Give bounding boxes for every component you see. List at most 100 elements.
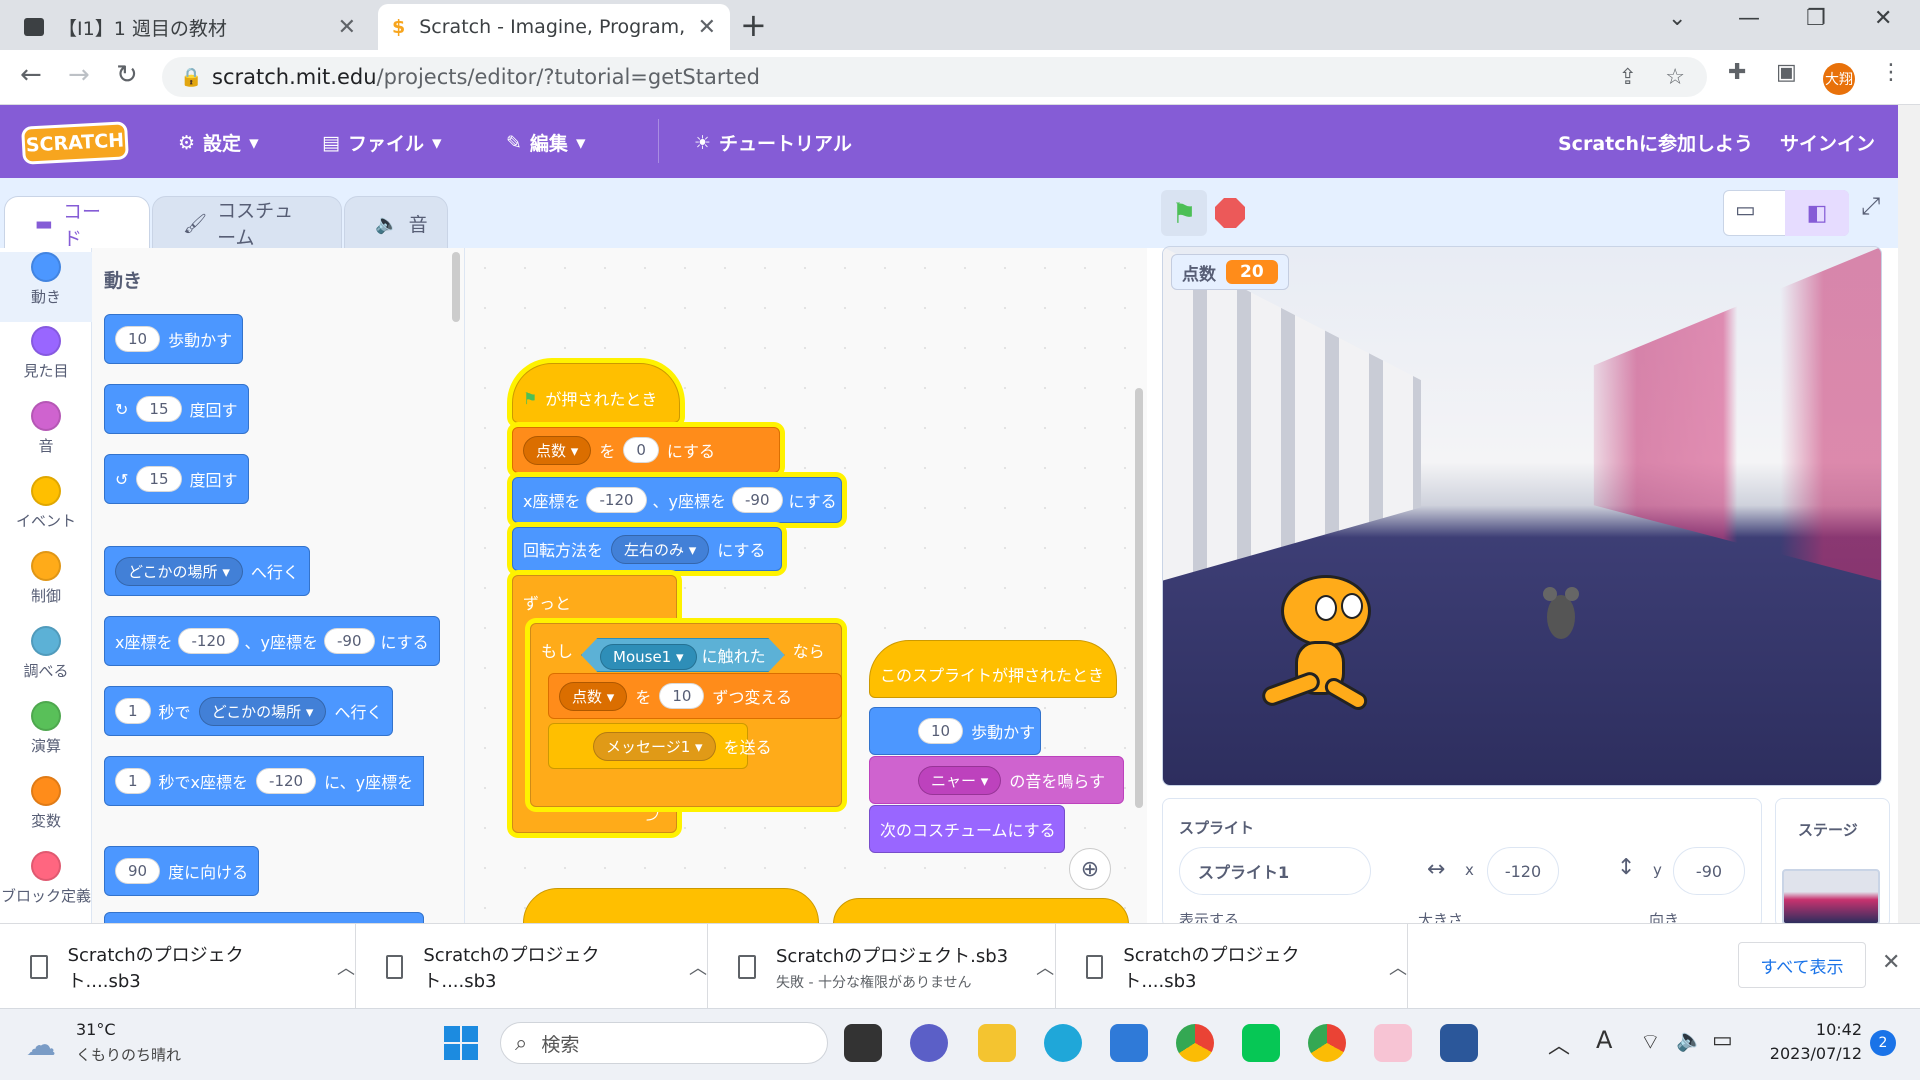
extensions-icon[interactable]: ✚ [1728, 60, 1746, 85]
when-sprite-clicked-block[interactable]: このスプライトが押されたとき [869, 640, 1117, 698]
settings-menu[interactable]: ⚙ 設定 ▾ [178, 129, 259, 156]
palette-scrollbar[interactable] [452, 252, 460, 322]
notification-badge[interactable]: 2 [1870, 1030, 1896, 1056]
edit-menu[interactable]: ✎ 編集 ▾ [506, 129, 585, 156]
seconds-input[interactable]: 1 [115, 768, 151, 794]
page-scrollbar[interactable] [1898, 105, 1920, 923]
large-stage-icon[interactable]: ◧ [1785, 190, 1849, 236]
minimize-icon[interactable]: — [1738, 6, 1760, 31]
join-scratch-link[interactable]: Scratchに参加しよう [1558, 129, 1753, 156]
mouse-sprite[interactable] [1541, 587, 1579, 647]
word-icon[interactable] [1440, 1024, 1478, 1062]
broadcast-block[interactable]: メッセージ1 ▾ を送る [548, 723, 772, 769]
line-icon[interactable] [1242, 1024, 1280, 1062]
share-icon[interactable]: ⇪ [1619, 65, 1637, 90]
stop-icon[interactable] [1215, 198, 1245, 228]
steps-input[interactable]: 10 [918, 718, 964, 744]
file-explorer-icon[interactable] [978, 1024, 1016, 1062]
goto-block[interactable]: どこかの場所 ▾ へ行く [104, 546, 310, 596]
play-sound-block[interactable]: ニャー ▾ の音を鳴らす [869, 756, 1124, 804]
show-all-downloads-button[interactable]: すべて表示 [1738, 942, 1866, 988]
move-steps-block[interactable]: 10 歩動かす [869, 707, 1041, 755]
chevron-up-icon[interactable]: ︿ [1036, 954, 1054, 980]
category-events[interactable]: イベント [0, 476, 92, 531]
chat-icon[interactable] [910, 1024, 948, 1062]
turn-right-block[interactable]: ↻ 15 度回す [104, 384, 249, 434]
sprite-y-input[interactable]: -90 [1673, 847, 1745, 895]
set-rotation-style-block[interactable]: 回転方法を 左右のみ ▾ にする [512, 527, 782, 571]
rotation-dropdown[interactable]: 左右のみ ▾ [611, 534, 710, 564]
chrome-profile-icon[interactable] [1308, 1024, 1346, 1062]
edge-icon[interactable] [1044, 1024, 1082, 1062]
small-stage-icon[interactable]: ▭ [1735, 198, 1756, 223]
bookmark-star-icon[interactable]: ☆ [1665, 65, 1685, 90]
y-input[interactable]: -90 [732, 487, 783, 513]
browser-tab-2[interactable]: $ Scratch - Imagine, Program, Shar ✕ [378, 4, 730, 50]
address-bar[interactable]: 🔒 scratch.mit.edu/projects/editor/?tutor… [162, 57, 1707, 97]
tab-search-icon[interactable]: ⌄ [1668, 6, 1686, 31]
close-downloads-icon[interactable]: ✕ [1882, 950, 1900, 975]
browser-tab-1[interactable]: 【I1】1 週目の教材 ✕ [10, 4, 370, 50]
clock-time[interactable]: 10:42 [1762, 1020, 1862, 1039]
steps-input[interactable]: 10 [115, 326, 161, 352]
download-item[interactable]: Scratchのプロジェクト....sb3 ︿ [1056, 924, 1408, 1009]
sprite-x-input[interactable]: -120 [1487, 847, 1559, 895]
value-input[interactable]: 0 [623, 437, 659, 463]
chevron-up-icon[interactable]: ︿ [337, 954, 355, 980]
partial-block[interactable] [104, 912, 424, 923]
change-variable-block[interactable]: 点数 ▾ を 10 ずつ変える [548, 673, 842, 719]
side-panel-icon[interactable]: ▣ [1776, 60, 1797, 85]
score-monitor[interactable]: 点数 20 [1171, 254, 1289, 290]
glide-xy-block[interactable]: 1 秒でx座標を -120 に、y座標を [104, 756, 425, 806]
category-looks[interactable]: 見た目 [0, 326, 92, 381]
category-control[interactable]: 制御 [0, 551, 92, 606]
fullscreen-icon[interactable]: ⤢ [1861, 192, 1880, 220]
close-window-icon[interactable]: ✕ [1874, 6, 1892, 31]
y-input[interactable]: -90 [324, 628, 375, 654]
workspace-scrollbar[interactable] [1135, 388, 1143, 808]
point-direction-block[interactable]: 90 度に向ける [104, 846, 260, 896]
turn-left-block[interactable]: ↺ 15 度回す [104, 454, 249, 504]
file-menu[interactable]: ▤ ファイル ▾ [322, 129, 442, 156]
partial-hat-block[interactable] [833, 898, 1129, 923]
category-sensing[interactable]: 調べる [0, 626, 92, 681]
glide-to-block[interactable]: 1 秒で どこかの場所 ▾ へ行く [104, 686, 394, 736]
message-dropdown[interactable]: メッセージ1 ▾ [593, 731, 716, 761]
x-input[interactable]: -120 [178, 628, 239, 654]
category-variables[interactable]: 変数 [0, 776, 92, 831]
chevron-up-icon[interactable]: ︿ [1389, 954, 1407, 980]
next-costume-block[interactable]: 次のコスチュームにする [869, 805, 1065, 853]
category-my-blocks[interactable]: ブロック定義 [0, 851, 92, 906]
tray-chevron-icon[interactable]: ︿ [1548, 1028, 1570, 1060]
store-icon[interactable] [1110, 1024, 1148, 1062]
seconds-input[interactable]: 1 [115, 698, 151, 724]
set-variable-block[interactable]: 点数 ▾ を 0 にする [512, 427, 780, 473]
download-item[interactable]: Scratchのプロジェクト....sb3 ︿ [0, 924, 356, 1009]
degrees-input[interactable]: 15 [136, 466, 182, 492]
task-view-icon[interactable] [844, 1024, 882, 1062]
touching-block[interactable]: Mouse1 ▾ に触れた [581, 638, 785, 672]
variable-dropdown[interactable]: 点数 ▾ [523, 435, 592, 465]
ime-indicator[interactable]: A [1596, 1026, 1612, 1054]
category-sound[interactable]: 音 [0, 401, 92, 456]
tab-code[interactable]: ▬ コード [4, 196, 150, 250]
goto-target-dropdown[interactable]: どこかの場所 ▾ [115, 556, 243, 586]
download-item[interactable]: Scratchのプロジェクト....sb3 ︿ [356, 924, 708, 1009]
restore-icon[interactable]: ❐ [1806, 6, 1826, 31]
variable-dropdown[interactable]: 点数 ▾ [559, 681, 628, 711]
sound-dropdown[interactable]: ニャー ▾ [918, 765, 1002, 795]
download-item-failed[interactable]: Scratchのプロジェクト.sb3 失敗 - 十分な権限がありません ︿ [708, 924, 1056, 1009]
cat-sprite[interactable] [1259, 575, 1381, 715]
zoom-in-icon[interactable]: ⊕ [1069, 848, 1111, 890]
weather-cloud-icon[interactable]: ☁ [26, 1028, 56, 1063]
when-flag-clicked-block[interactable]: ⚑ が押されたとき [512, 363, 680, 423]
tab-costumes[interactable]: 🖌 コスチューム [152, 196, 342, 250]
more-menu-icon[interactable]: ⋮ [1880, 60, 1902, 85]
sprite-dropdown[interactable]: Mouse1 ▾ [600, 644, 697, 670]
value-input[interactable]: 10 [659, 683, 705, 709]
reload-icon[interactable]: ↻ [116, 60, 138, 90]
glide-target-dropdown[interactable]: どこかの場所 ▾ [198, 696, 327, 726]
category-operators[interactable]: 演算 [0, 701, 92, 756]
weather-temp[interactable]: 31°C [76, 1020, 116, 1039]
close-tab-icon[interactable]: ✕ [338, 15, 356, 40]
